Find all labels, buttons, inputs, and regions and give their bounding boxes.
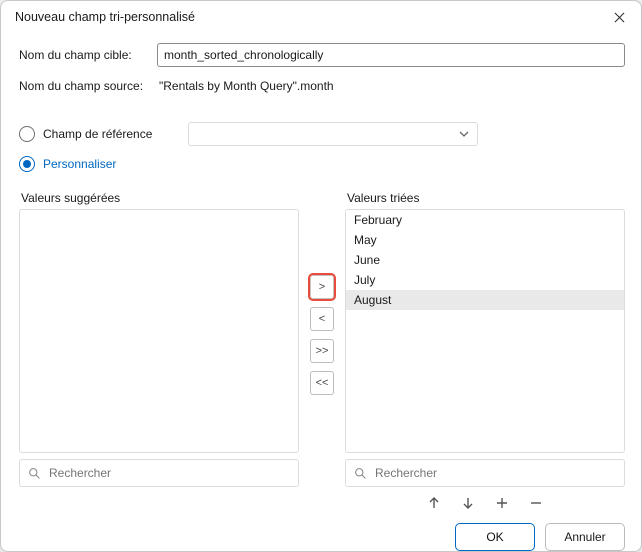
target-name-label: Nom du champ cible: bbox=[19, 48, 157, 62]
list-item[interactable]: May bbox=[346, 230, 624, 250]
suggested-values-listbox[interactable] bbox=[19, 209, 299, 453]
close-button[interactable] bbox=[597, 1, 641, 33]
cancel-button[interactable]: Annuler bbox=[545, 523, 625, 551]
suggested-values-label: Valeurs suggérées bbox=[19, 191, 299, 205]
suggested-search-box[interactable] bbox=[19, 459, 299, 487]
move-down-button[interactable] bbox=[460, 495, 476, 511]
sorted-values-column: Valeurs triées FebruaryMayJuneJulyAugust bbox=[345, 191, 625, 511]
title-bar: Nouveau champ tri-personnalisé bbox=[1, 1, 641, 33]
sorted-search-input[interactable] bbox=[373, 465, 616, 481]
reference-field-radio[interactable] bbox=[19, 126, 35, 142]
list-item[interactable]: June bbox=[346, 250, 624, 270]
mover-buttons-column: > < >> << bbox=[307, 191, 337, 395]
customize-row: Personnaliser bbox=[19, 151, 625, 177]
close-icon bbox=[614, 12, 625, 23]
dialog-body: Nom du champ cible: Nom du champ source:… bbox=[1, 33, 641, 511]
customize-label[interactable]: Personnaliser bbox=[43, 157, 116, 171]
list-item[interactable]: August bbox=[346, 290, 624, 310]
list-item[interactable]: July bbox=[346, 270, 624, 290]
move-up-button[interactable] bbox=[426, 495, 442, 511]
search-icon bbox=[354, 467, 367, 480]
ok-button[interactable]: OK bbox=[455, 523, 535, 551]
sorted-values-label: Valeurs triées bbox=[345, 191, 625, 205]
remove-item-button[interactable] bbox=[528, 495, 544, 511]
dialog-footer: OK Annuler bbox=[1, 511, 641, 552]
source-name-row: Nom du champ source: "Rentals by Month Q… bbox=[19, 79, 625, 93]
add-one-button[interactable]: > bbox=[310, 275, 334, 299]
dialog-window: Nouveau champ tri-personnalisé Nom du ch… bbox=[0, 0, 642, 552]
add-all-button[interactable]: >> bbox=[310, 339, 334, 363]
minus-icon bbox=[529, 496, 543, 510]
arrow-down-icon bbox=[461, 496, 475, 510]
lists-area: Valeurs suggérées > < >> << Valeurs trié… bbox=[19, 191, 625, 511]
dialog-title: Nouveau champ tri-personnalisé bbox=[15, 10, 195, 24]
customize-radio[interactable] bbox=[19, 156, 35, 172]
source-name-label: Nom du champ source: bbox=[19, 79, 157, 93]
suggested-search-input[interactable] bbox=[47, 465, 290, 481]
sorted-values-listbox[interactable]: FebruaryMayJuneJulyAugust bbox=[345, 209, 625, 453]
sorted-search-box[interactable] bbox=[345, 459, 625, 487]
reference-field-dropdown[interactable] bbox=[188, 122, 478, 146]
sorted-controls bbox=[345, 495, 625, 511]
reference-field-label[interactable]: Champ de référence bbox=[43, 127, 152, 141]
search-icon bbox=[28, 467, 41, 480]
arrow-up-icon bbox=[427, 496, 441, 510]
target-name-row: Nom du champ cible: bbox=[19, 43, 625, 67]
target-name-input[interactable] bbox=[157, 43, 625, 67]
remove-all-button[interactable]: << bbox=[310, 371, 334, 395]
source-name-value: "Rentals by Month Query".month bbox=[157, 79, 625, 93]
suggested-values-column: Valeurs suggérées bbox=[19, 191, 299, 487]
chevron-down-icon bbox=[459, 129, 469, 139]
list-item[interactable]: February bbox=[346, 210, 624, 230]
plus-icon bbox=[495, 496, 509, 510]
reference-field-row: Champ de référence bbox=[19, 121, 625, 147]
radio-group: Champ de référence Personnaliser bbox=[19, 117, 625, 181]
remove-one-button[interactable]: < bbox=[310, 307, 334, 331]
add-item-button[interactable] bbox=[494, 495, 510, 511]
